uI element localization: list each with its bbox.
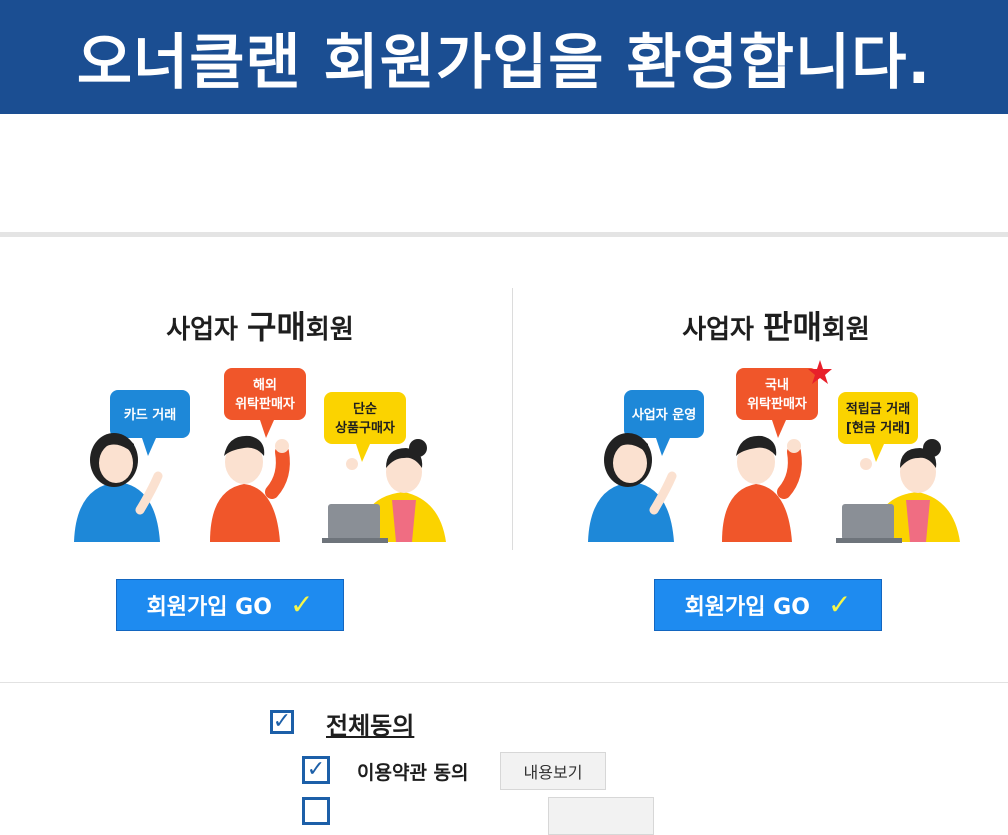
terms-agree-checkbox[interactable]: ✓ [302, 756, 330, 784]
woman-yellow-figure [322, 439, 446, 543]
seller-heading-prefix: 사업자 [682, 315, 764, 345]
terms-agree-label: 이용약관 동의 [357, 762, 469, 784]
operator-bubble-text: 사업자 운영 [632, 407, 696, 423]
credit-bubble-line2: [현금 거래] [846, 420, 910, 436]
card-bubble-text: 카드 거래 [124, 408, 176, 423]
next-view-button[interactable] [548, 797, 654, 835]
banner-title: 오너클랜 회원가입을 환영합니다. [76, 27, 932, 98]
seller-illustration: 사업자 운영 국내 위탁판매자 적립금 거래 [현금 거래] [588, 360, 960, 543]
check-icon: ✓ [289, 588, 314, 621]
buyer-signup-go-button[interactable]: 회원가입 GO ✓ [116, 579, 344, 631]
buyer-heading-highlight: 구매 [247, 308, 306, 346]
buyer-go-label: 회원가입 GO [146, 595, 272, 620]
man-orange-figure [722, 435, 802, 542]
buyer-heading: 사업자 구매회원 [40, 302, 480, 348]
credit-bubble: 적립금 거래 [현금 거래] [838, 392, 918, 462]
domestic-bubble: 국내 위탁판매자 [736, 360, 832, 438]
overseas-bubble-line1: 해외 [253, 377, 277, 393]
domestic-bubble-line2: 위탁판매자 [747, 396, 807, 412]
seller-heading: 사업자 판매회원 [556, 302, 996, 348]
next-agree-checkbox[interactable] [302, 797, 330, 825]
buyer-heading-suffix: 회원 [305, 315, 354, 345]
simple-bubble-line1: 단순 [353, 401, 377, 417]
credit-bubble-line1: 적립금 거래 [846, 401, 910, 417]
agree-all-label: 전체동의 [326, 712, 415, 740]
check-icon: ✓ [827, 588, 852, 621]
agreement-divider [0, 682, 1008, 683]
man-orange-figure [210, 435, 290, 542]
terms-view-button[interactable]: 내용보기 [500, 752, 606, 790]
seller-heading-suffix: 회원 [821, 315, 870, 345]
seller-member-panel: 사업자 판매회원 사업자 운영 국내 위탁판매자 적립금 거래 [현금 거래] [556, 290, 996, 640]
simple-bubble-line2: 상품구매자 [335, 421, 395, 436]
overseas-bubble: 해외 위탁판매자 [224, 368, 306, 438]
seller-signup-go-button[interactable]: 회원가입 GO ✓ [654, 579, 882, 631]
checkbox-check-icon: ✓ [272, 709, 292, 734]
domestic-bubble-line1: 국내 [765, 377, 789, 393]
panel-separator [512, 288, 513, 550]
buyer-illustration: 카드 거래 해외 위탁판매자 단순 상품구매자 [74, 368, 446, 543]
seller-heading-highlight: 판매 [763, 308, 822, 346]
checkbox-check-icon: ✓ [306, 757, 326, 782]
woman-yellow-figure [836, 439, 960, 543]
section-divider [0, 232, 1008, 237]
overseas-bubble-line2: 위탁판매자 [235, 396, 295, 412]
seller-go-label: 회원가입 GO [684, 595, 810, 620]
agree-all-checkbox[interactable]: ✓ [270, 710, 294, 734]
buyer-member-panel: 사업자 구매회원 카드 거래 해외 위탁판매자 단순 상품구매자 회원가입 GO… [40, 290, 480, 640]
buyer-heading-prefix: 사업자 [166, 315, 248, 345]
welcome-banner: 오너클랜 회원가입을 환영합니다. [0, 0, 1008, 114]
